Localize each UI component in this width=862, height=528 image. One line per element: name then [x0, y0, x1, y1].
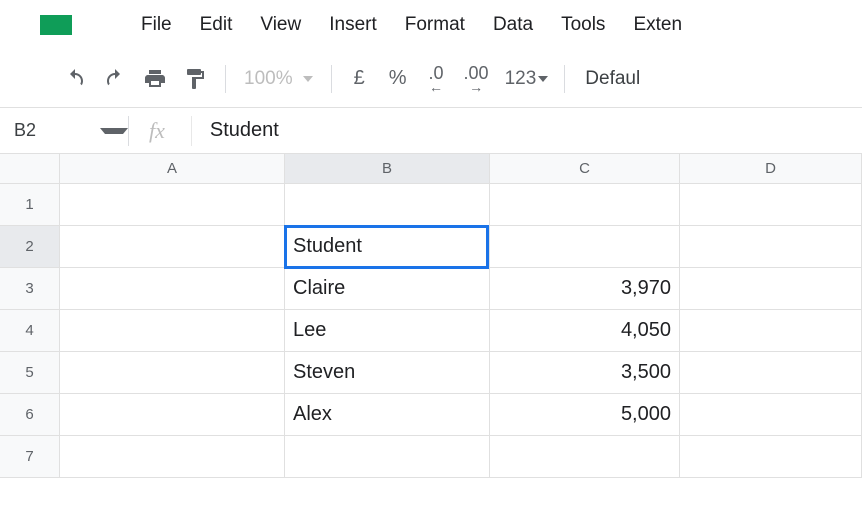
print-button[interactable]: [135, 61, 175, 97]
paint-format-button[interactable]: [175, 61, 215, 97]
chevron-down-icon: [303, 76, 313, 82]
row-header[interactable]: 1: [0, 184, 60, 225]
row-header[interactable]: 3: [0, 268, 60, 309]
arrow-left-icon: ←: [429, 80, 443, 94]
cell-D1[interactable]: [680, 184, 862, 225]
menu-file[interactable]: File: [127, 8, 186, 42]
menu-tools[interactable]: Tools: [547, 8, 619, 42]
formula-bar[interactable]: Student: [192, 119, 279, 142]
cell-A7[interactable]: [60, 436, 285, 477]
cell-B3[interactable]: Claire: [285, 268, 490, 309]
row-4: 4 Lee 4,050: [0, 310, 862, 352]
cell-B7[interactable]: [285, 436, 490, 477]
cell-A2[interactable]: [60, 226, 285, 267]
cell-A5[interactable]: [60, 352, 285, 393]
col-header-C[interactable]: C: [490, 154, 680, 183]
cell-C4[interactable]: 4,050: [490, 310, 680, 351]
formula-bar-row: B2 fx Student: [0, 108, 862, 154]
cell-A3[interactable]: [60, 268, 285, 309]
cell-C2[interactable]: [490, 226, 680, 267]
currency-button[interactable]: £: [342, 67, 377, 90]
menu-extensions[interactable]: Exten: [619, 8, 696, 42]
cell-B4[interactable]: Lee: [285, 310, 490, 351]
toolbar-divider: [225, 65, 226, 93]
name-box-value: B2: [14, 120, 36, 141]
col-header-D[interactable]: D: [680, 154, 862, 183]
zoom-value: 100%: [244, 68, 293, 90]
cell-C1[interactable]: [490, 184, 680, 225]
cell-D4[interactable]: [680, 310, 862, 351]
row-6: 6 Alex 5,000: [0, 394, 862, 436]
increase-decimal-button[interactable]: .00 →: [454, 64, 499, 94]
chevron-down-icon: [100, 128, 128, 134]
chevron-down-icon: [538, 76, 548, 82]
row-header[interactable]: 5: [0, 352, 60, 393]
cell-D6[interactable]: [680, 394, 862, 435]
row-header[interactable]: 6: [0, 394, 60, 435]
cell-B5[interactable]: Steven: [285, 352, 490, 393]
select-all-corner[interactable]: [0, 154, 60, 183]
col-header-A[interactable]: A: [60, 154, 285, 183]
row-2: 2 Student: [0, 226, 862, 268]
row-header[interactable]: 7: [0, 436, 60, 477]
more-formats-dropdown[interactable]: 123: [499, 68, 555, 90]
cell-D2[interactable]: [680, 226, 862, 267]
arrow-right-icon: →: [469, 80, 483, 94]
cell-D7[interactable]: [680, 436, 862, 477]
cell-D5[interactable]: [680, 352, 862, 393]
menu-view[interactable]: View: [246, 8, 315, 42]
menu-data[interactable]: Data: [479, 8, 547, 42]
cell-D3[interactable]: [680, 268, 862, 309]
fx-icon: fx: [129, 118, 191, 144]
decrease-decimal-button[interactable]: .0 ←: [419, 64, 454, 94]
row-3: 3 Claire 3,970: [0, 268, 862, 310]
cell-A4[interactable]: [60, 310, 285, 351]
cell-A1[interactable]: [60, 184, 285, 225]
name-box[interactable]: B2: [0, 120, 128, 141]
menu-insert[interactable]: Insert: [315, 8, 391, 42]
menu-edit[interactable]: Edit: [186, 8, 247, 42]
cell-B6[interactable]: Alex: [285, 394, 490, 435]
cell-C5[interactable]: 3,500: [490, 352, 680, 393]
percent-button[interactable]: %: [377, 67, 419, 90]
sheets-logo: [40, 15, 72, 35]
font-dropdown[interactable]: Defaul: [575, 68, 650, 90]
toolbar-divider: [564, 65, 565, 93]
cell-C6[interactable]: 5,000: [490, 394, 680, 435]
cell-B1[interactable]: [285, 184, 490, 225]
row-header[interactable]: 2: [0, 226, 60, 267]
row-header[interactable]: 4: [0, 310, 60, 351]
cell-B2[interactable]: Student: [285, 226, 490, 267]
column-headers: A B C D: [0, 154, 862, 184]
menu-bar: File Edit View Insert Format Data Tools …: [0, 0, 862, 50]
zoom-dropdown[interactable]: 100%: [236, 68, 321, 90]
menu-format[interactable]: Format: [391, 8, 479, 42]
col-header-B[interactable]: B: [285, 154, 490, 183]
row-5: 5 Steven 3,500: [0, 352, 862, 394]
toolbar: 100% £ % .0 ← .00 → 123 Defaul: [0, 50, 862, 108]
cell-C3[interactable]: 3,970: [490, 268, 680, 309]
spreadsheet-grid: A B C D 1 2 Student 3 Claire 3,970 4 Lee…: [0, 154, 862, 478]
undo-button[interactable]: [55, 61, 95, 97]
toolbar-divider: [331, 65, 332, 93]
redo-button[interactable]: [95, 61, 135, 97]
cell-A6[interactable]: [60, 394, 285, 435]
row-1: 1: [0, 184, 862, 226]
row-7: 7: [0, 436, 862, 478]
cell-C7[interactable]: [490, 436, 680, 477]
